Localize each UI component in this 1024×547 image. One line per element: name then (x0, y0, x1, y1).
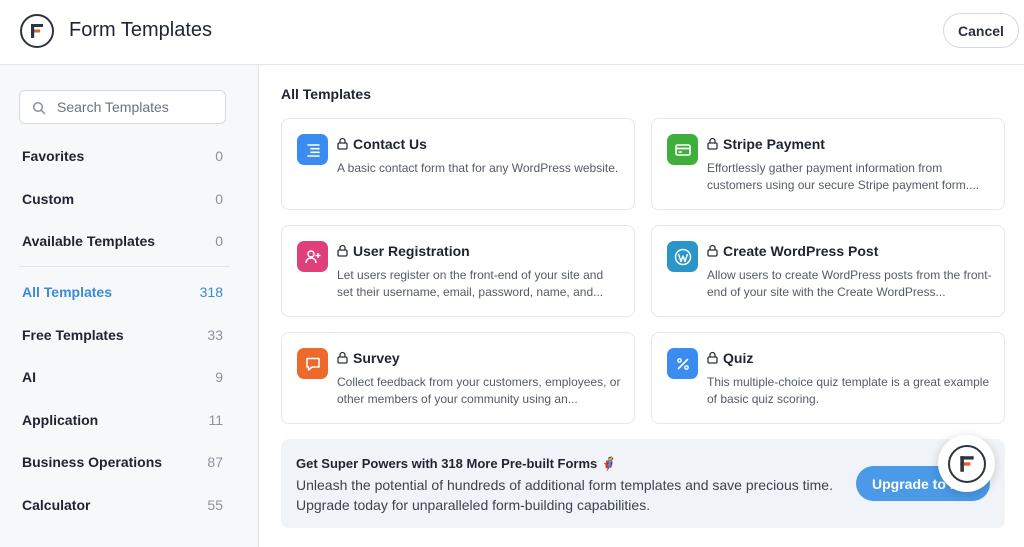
template-title: Quiz (723, 350, 754, 366)
template-card-survey[interactable]: Survey Collect feedback from your custom… (281, 332, 635, 424)
sidebar-item-label: Free Templates (22, 327, 124, 343)
sidebar-item-count: 11 (208, 412, 223, 428)
upgrade-banner: Get Super Powers with 318 More Pre-built… (281, 439, 1005, 528)
template-card-user-registration[interactable]: User Registration Let users register on … (281, 225, 635, 317)
sidebar-divider (19, 266, 230, 267)
search-input[interactable] (57, 91, 222, 123)
sidebar-item-count: 0 (215, 148, 223, 164)
sidebar-item-count: 0 (215, 191, 223, 207)
sidebar-item-label: Business Operations (22, 454, 163, 470)
template-description: Collect feedback from your customers, em… (337, 375, 621, 406)
credit-card-icon (667, 134, 698, 165)
sidebar-item-business-operations[interactable]: Business Operations 87 (22, 450, 223, 474)
template-description: Let users register on the front-end of y… (337, 268, 604, 299)
sidebar-item-label: AI (22, 369, 36, 385)
user-plus-icon (297, 241, 328, 272)
sidebar-item-label: All Templates (22, 284, 112, 300)
sidebar-item-count: 9 (215, 369, 223, 385)
sidebar-item-count: 0 (215, 233, 223, 249)
template-card-stripe-payment[interactable]: Stripe Payment Effortlessly gather payme… (651, 118, 1005, 210)
template-description: Effortlessly gather payment information … (707, 161, 980, 192)
sidebar-item-count: 318 (199, 284, 223, 300)
sidebar-item-calculator[interactable]: Calculator 55 (22, 493, 223, 517)
sidebar-item-label: Available Templates (22, 233, 156, 249)
sidebar-item-free-templates[interactable]: Free Templates 33 (22, 323, 223, 347)
template-description: A basic contact form that for any WordPr… (337, 161, 619, 175)
search-box[interactable] (19, 90, 226, 124)
template-card-quiz[interactable]: Quiz This multiple-choice quiz template … (651, 332, 1005, 424)
template-title: Survey (353, 350, 400, 366)
lock-icon (337, 137, 348, 150)
cancel-button[interactable]: Cancel (943, 13, 1019, 48)
sidebar-item-label: Application (22, 412, 99, 428)
sidebar-item-all-templates[interactable]: All Templates 318 (22, 280, 223, 304)
sidebar-item-label: Favorites (22, 148, 85, 164)
list-icon (297, 134, 328, 165)
template-title: Contact Us (353, 136, 427, 152)
template-title: Create WordPress Post (723, 243, 879, 259)
wordpress-icon (667, 241, 698, 272)
sidebar-item-application[interactable]: Application 11 (22, 408, 223, 432)
header: Form Templates Cancel (0, 0, 1024, 65)
section-title: All Templates (281, 86, 371, 102)
banner-title: Get Super Powers with 318 More Pre-built… (296, 456, 618, 471)
lock-icon (707, 351, 718, 364)
template-card-contact-us[interactable]: Contact Us A basic contact form that for… (281, 118, 635, 210)
lock-icon (707, 244, 718, 257)
chat-bubble-icon (297, 348, 328, 379)
sidebar-item-available-templates[interactable]: Available Templates 0 (22, 229, 223, 253)
sidebar-item-ai[interactable]: AI 9 (22, 365, 223, 389)
lock-icon (337, 244, 348, 257)
lock-icon (707, 137, 718, 150)
template-title: User Registration (353, 243, 470, 259)
template-title: Stripe Payment (723, 136, 825, 152)
sidebar-item-count: 55 (207, 497, 223, 513)
template-description: Allow users to create WordPress posts fr… (707, 268, 992, 299)
sidebar-item-label: Calculator (22, 497, 91, 513)
formidable-logo-icon (947, 444, 986, 483)
sidebar-item-count: 87 (207, 454, 223, 470)
lock-icon (337, 351, 348, 364)
percent-icon (667, 348, 698, 379)
sidebar: Favorites 0 Custom 0 Available Templates… (0, 65, 259, 547)
floating-formidable-button[interactable] (938, 435, 995, 492)
formidable-logo-icon (20, 14, 54, 48)
banner-text: Unleash the potential of hundreds of add… (296, 477, 833, 513)
template-card-create-wordpress-post[interactable]: Create WordPress Post Allow users to cre… (651, 225, 1005, 317)
sidebar-item-label: Custom (22, 191, 75, 207)
template-description: This multiple-choice quiz template is a … (707, 375, 990, 406)
sidebar-item-count: 33 (207, 327, 223, 343)
page-title: Form Templates (69, 19, 213, 41)
sidebar-item-custom[interactable]: Custom 0 (22, 187, 223, 211)
search-icon (32, 101, 46, 115)
sidebar-item-favorites[interactable]: Favorites 0 (22, 144, 223, 168)
